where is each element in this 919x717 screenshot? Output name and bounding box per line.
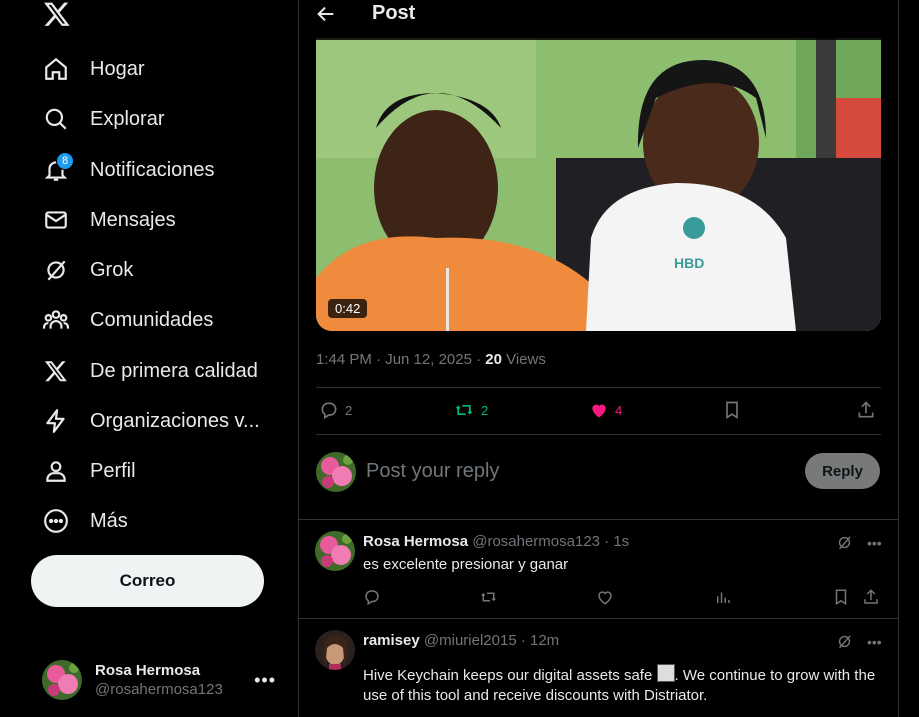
share-action[interactable]	[856, 400, 876, 420]
nav-item-notifications[interactable]: 8 Notificaciones	[42, 150, 215, 190]
back-arrow-icon[interactable]	[315, 3, 339, 27]
more-circle-icon	[42, 507, 70, 535]
lightning-icon	[42, 407, 70, 435]
grok-icon[interactable]	[836, 534, 853, 551]
bell-icon: 8	[42, 152, 74, 184]
home-icon	[42, 55, 70, 83]
nav-label: Perfil	[90, 459, 136, 482]
views-label: Views	[501, 351, 546, 368]
tweet-text: Hive Keychain keeps our digital assets s…	[363, 664, 883, 706]
account-switcher[interactable]: Rosa Hermosa @rosahermosa123 •••	[42, 658, 282, 702]
person-icon	[42, 457, 70, 485]
author-name[interactable]: ramisey	[363, 632, 420, 649]
x-logo-icon	[42, 357, 70, 385]
x-logo-icon[interactable]	[43, 0, 71, 28]
bookmark-action[interactable]	[722, 400, 742, 420]
account-handle: @rosahermosa123	[95, 681, 223, 698]
nav-label: Explorar	[90, 107, 165, 130]
post-button[interactable]: Correo	[31, 555, 264, 607]
communities-icon	[42, 306, 70, 334]
sidebar: Hogar Explorar 8 Notificaciones Mensajes…	[0, 0, 298, 717]
header-bar: Post	[299, 0, 898, 40]
author-handle[interactable]: @rosahermosa123 · 1s	[472, 533, 629, 550]
nav-item-grok[interactable]: Grok	[42, 250, 133, 290]
repost-action[interactable]: 2	[453, 400, 488, 420]
reply-input[interactable]: Post your reply	[366, 460, 499, 483]
divider	[316, 434, 881, 435]
reply-icon[interactable]	[363, 588, 381, 606]
page-title: Post	[372, 2, 416, 24]
bookmark-icon	[726, 401, 738, 420]
reply-icon	[321, 402, 337, 419]
tweet-actions	[363, 588, 883, 608]
nav-label: Comunidades	[90, 308, 214, 331]
tweet-top-icons: •••	[836, 633, 882, 650]
nav-item-more[interactable]: Más	[42, 501, 128, 541]
views-icon[interactable]	[714, 588, 732, 606]
nav-item-messages[interactable]: Mensajes	[42, 200, 176, 240]
divider	[316, 387, 881, 388]
bookmark-icon[interactable]	[832, 588, 850, 606]
nav-label: Mensajes	[90, 208, 176, 231]
heart-outline-icon[interactable]	[596, 588, 614, 606]
nav-item-home[interactable]: Hogar	[42, 49, 144, 89]
like-action[interactable]: 4	[589, 400, 622, 420]
tweet-top-icons: •••	[836, 534, 882, 551]
share-icon	[858, 401, 874, 418]
post-metadata: 1:44 PM · Jun 12, 2025 · 20 Views	[316, 351, 546, 368]
nav-label: Grok	[90, 258, 134, 281]
reply-action[interactable]: 2	[319, 400, 352, 420]
account-name: Rosa Hermosa	[95, 662, 201, 679]
tweet-header: Rosa Hermosa @rosahermosa123 · 1s	[363, 533, 629, 550]
nav-label: Organizaciones v...	[90, 409, 260, 432]
views-count: 20	[485, 351, 502, 368]
avatar[interactable]	[315, 630, 355, 670]
video-player[interactable]: HBD 0:42	[316, 38, 881, 331]
nav-label: Notificaciones	[90, 158, 215, 181]
reply-button[interactable]: Reply	[805, 453, 880, 489]
more-icon[interactable]: •••	[254, 670, 276, 691]
avatar	[316, 452, 356, 492]
search-icon	[42, 105, 70, 133]
reply-tweet[interactable]: Rosa Hermosa @rosahermosa123 · 1s ••• es…	[299, 519, 898, 618]
repost-icon[interactable]	[479, 588, 498, 606]
grok-icon	[42, 256, 70, 284]
nav-label: Hogar	[90, 57, 145, 80]
nav-label: De primera calidad	[90, 359, 258, 382]
video-duration: 0:42	[328, 299, 368, 318]
reply-count: 2	[345, 402, 353, 418]
nav-item-organizations[interactable]: Organizaciones v...	[42, 401, 260, 441]
main-column: Post HBD 0:42 1:44 PM · Jun 12, 2025 · 2…	[298, 0, 899, 717]
share-icon[interactable]	[862, 588, 880, 606]
nav-item-explore[interactable]: Explorar	[42, 99, 164, 139]
mail-icon	[42, 206, 70, 234]
svg-text:HBD: HBD	[674, 255, 704, 271]
tweet-text: es excelente presionar y ganar	[363, 556, 569, 573]
more-icon[interactable]: •••	[867, 634, 882, 650]
heart-icon	[592, 404, 606, 418]
avatar[interactable]	[315, 531, 355, 571]
like-count: 4	[615, 402, 623, 418]
nav-item-communities[interactable]: Comunidades	[42, 300, 213, 340]
nav-item-profile[interactable]: Perfil	[42, 451, 136, 491]
tweet-text-part: Hive Keychain keeps our digital assets s…	[363, 667, 657, 684]
broken-image-icon	[656, 664, 675, 682]
repost-count: 2	[481, 402, 489, 418]
post-timestamp[interactable]: 1:44 PM · Jun 12, 2025 ·	[316, 351, 485, 368]
video-frame: HBD	[316, 38, 881, 331]
grok-icon[interactable]	[836, 633, 853, 650]
author-handle[interactable]: @miuriel2015 · 12m	[424, 632, 559, 649]
reply-composer: Post your reply Reply	[316, 450, 881, 494]
reply-tweet[interactable]: ramisey @miuriel2015 · 12m ••• Hive Keyc…	[299, 618, 898, 717]
avatar	[42, 660, 82, 700]
nav-label: Más	[90, 509, 128, 532]
post-actions: 2 2 4	[316, 395, 881, 425]
nav-item-premium[interactable]: De primera calidad	[42, 351, 258, 391]
notification-badge: 8	[56, 152, 74, 170]
more-icon[interactable]: •••	[867, 535, 882, 551]
repost-icon	[455, 405, 473, 415]
author-name[interactable]: Rosa Hermosa	[363, 533, 468, 550]
tweet-header: ramisey @miuriel2015 · 12m	[363, 632, 559, 649]
